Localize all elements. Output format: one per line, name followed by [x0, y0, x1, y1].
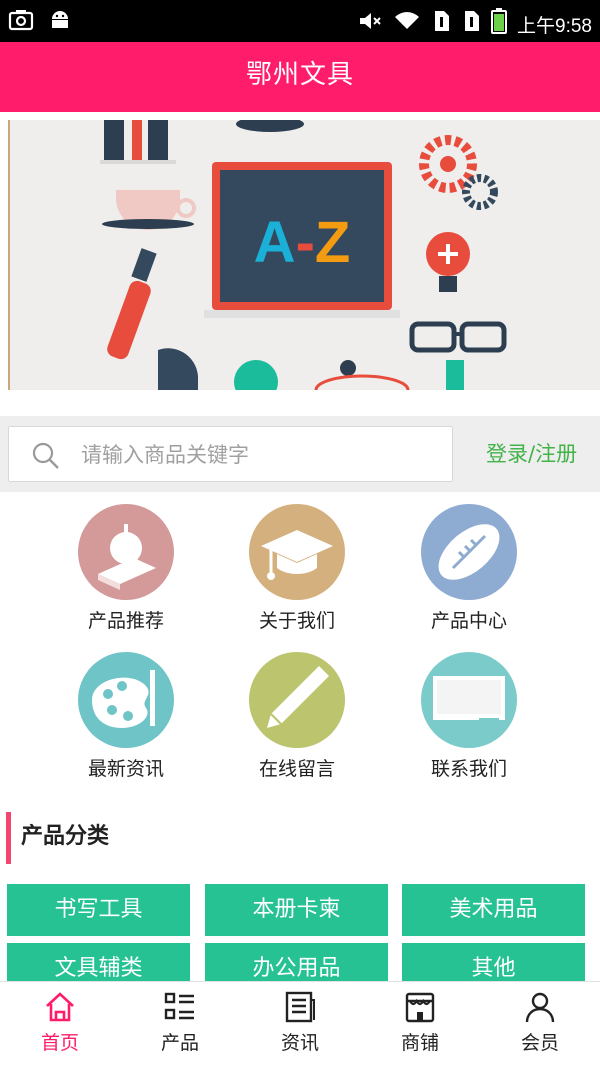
tab-store[interactable]: 商铺: [360, 990, 480, 1055]
menu-label: 在线留言: [258, 758, 335, 780]
tab-products[interactable]: 产品: [120, 990, 240, 1055]
menu-grid: 产品推荐 关于我们 产品中心 最新资讯 在线留言 联系我们: [0, 492, 600, 792]
menu-item-latest-news[interactable]: 最新资讯: [40, 652, 212, 781]
menu-item-product-center[interactable]: 产品中心: [383, 504, 555, 633]
category-button[interactable]: 美术用品: [402, 884, 585, 936]
bottom-tab-bar: 首页 产品 资讯 商铺 会员: [0, 981, 600, 1067]
login-register-link[interactable]: 登录/注册: [486, 438, 577, 468]
category-button[interactable]: 本册卡柬: [205, 884, 388, 936]
category-list: 书写工具 本册卡柬 美术用品 文具辅类 办公用品 其他: [0, 884, 600, 995]
menu-item-about-us[interactable]: 关于我们: [211, 504, 383, 633]
search-bar: 登录/注册: [0, 416, 600, 492]
menu-label: 联系我们: [430, 758, 507, 780]
tab-label: 首页: [40, 1032, 79, 1054]
banner-text: A-Z: [254, 210, 351, 275]
status-bar: 上午9:58: [0, 0, 600, 42]
spacer: [0, 390, 600, 416]
menu-item-contact-us[interactable]: 联系我们: [383, 652, 555, 781]
banner-image[interactable]: A-Z: [8, 120, 600, 390]
tab-label: 产品: [160, 1032, 199, 1054]
android-icon: [48, 8, 72, 36]
graduation-cap-icon: [249, 504, 345, 600]
menu-label: 关于我们: [258, 610, 335, 632]
menu-label: 最新资讯: [87, 758, 164, 780]
tab-label: 商铺: [400, 1032, 439, 1054]
sim2-icon: [461, 9, 481, 39]
news-icon: [285, 991, 315, 1023]
sim1-icon: [431, 9, 451, 39]
section-title: 产品分类: [6, 812, 109, 864]
user-icon: [525, 992, 555, 1023]
search-box[interactable]: [8, 426, 453, 482]
home-icon: [46, 992, 74, 1022]
app-title: 鄂州文具: [245, 60, 354, 90]
tab-home[interactable]: 首页: [0, 990, 120, 1055]
menu-label: 产品中心: [430, 610, 507, 632]
category-button[interactable]: 书写工具: [7, 884, 190, 936]
whiteboard-icon: [421, 652, 517, 748]
apple-book-icon: [78, 504, 174, 600]
palette-icon: [78, 652, 174, 748]
store-icon: [405, 992, 435, 1023]
menu-label: 产品推荐: [87, 610, 164, 632]
pencil-icon: [249, 652, 345, 748]
app-bar: 鄂州文具: [0, 42, 600, 112]
tab-news[interactable]: 资讯: [240, 990, 360, 1055]
menu-item-online-message[interactable]: 在线留言: [211, 652, 383, 781]
tab-member[interactable]: 会员: [480, 990, 600, 1055]
menu-item-product-recommend[interactable]: 产品推荐: [40, 504, 212, 633]
search-input[interactable]: [81, 439, 441, 471]
list-icon: [164, 992, 194, 1020]
search-icon: [32, 442, 59, 469]
mute-icon: [357, 9, 383, 39]
football-icon: [421, 504, 517, 600]
battery-icon: [491, 8, 508, 40]
camera-icon: [8, 8, 34, 36]
tab-label: 会员: [520, 1032, 559, 1054]
wifi-icon: [393, 9, 421, 39]
status-time: 上午9:58: [517, 15, 592, 37]
banner-carousel[interactable]: A-Z: [0, 112, 600, 390]
tab-label: 资讯: [280, 1032, 319, 1054]
